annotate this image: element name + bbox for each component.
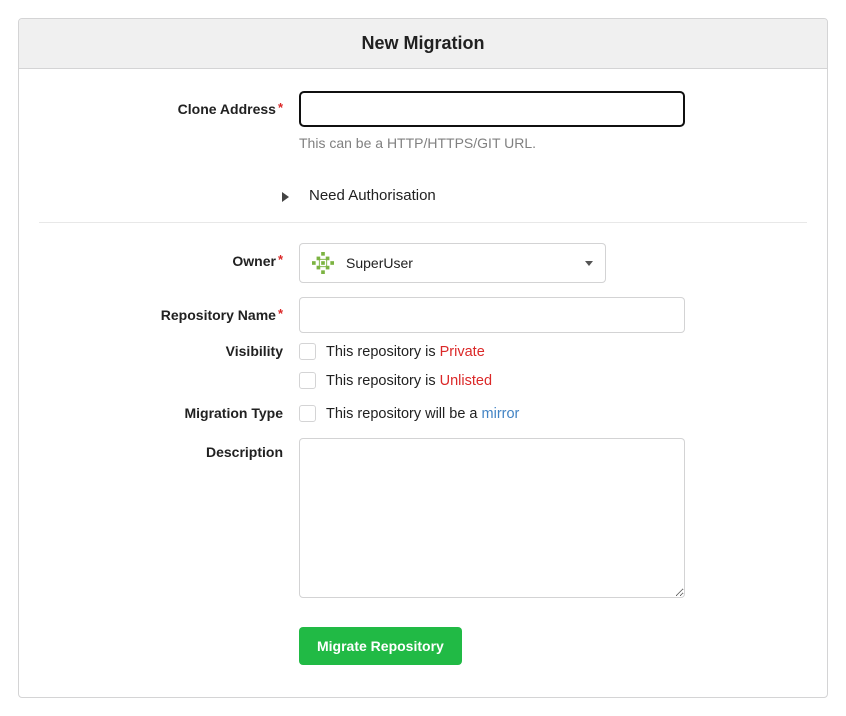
clone-address-label-col: Clone Address*	[39, 91, 299, 151]
migration-type-field: This repository will be a mirror	[299, 405, 685, 434]
required-mark: *	[278, 252, 283, 267]
unlisted-label: This repository is Unlisted	[326, 373, 492, 389]
clone-address-field: This can be a HTTP/HTTPS/GIT URL.	[299, 91, 685, 151]
avatar-icon	[312, 252, 334, 274]
migration-type-label-col: Migration Type	[39, 405, 299, 434]
repo-name-field	[299, 297, 685, 333]
mirror-checkbox-row: This repository will be a mirror	[299, 405, 685, 422]
repo-name-input[interactable]	[299, 297, 685, 333]
description-field	[299, 438, 685, 601]
auth-accordion-label: Need Authorisation	[299, 187, 436, 204]
divider	[39, 222, 807, 223]
mirror-label: This repository will be a mirror	[326, 406, 519, 422]
visibility-label: Visibility	[226, 343, 283, 359]
unlisted-word: Unlisted	[440, 373, 492, 389]
clone-address-help: This can be a HTTP/HTTPS/GIT URL.	[299, 135, 685, 151]
description-label-col: Description	[39, 438, 299, 601]
unlisted-checkbox-row: This repository is Unlisted	[299, 372, 685, 389]
unlisted-checkbox[interactable]	[299, 372, 316, 389]
description-row: Description	[39, 438, 807, 601]
owner-selected: SuperUser	[346, 255, 585, 271]
owner-label-col: Owner*	[39, 243, 299, 283]
owner-label: Owner	[232, 253, 276, 269]
migration-type-label: Migration Type	[184, 405, 283, 421]
repo-name-label: Repository Name	[161, 307, 276, 323]
mirror-checkbox[interactable]	[299, 405, 316, 422]
migration-type-row: Migration Type This repository will be a…	[39, 405, 807, 434]
migration-panel: New Migration Clone Address* This can be…	[18, 18, 828, 698]
visibility-field: This repository is Private This reposito…	[299, 343, 685, 401]
visibility-label-col: Visibility	[39, 343, 299, 401]
required-mark: *	[278, 100, 283, 115]
accordion-spacer	[39, 188, 299, 204]
owner-row: Owner*	[39, 243, 807, 283]
private-checkbox-row: This repository is Private	[299, 343, 685, 360]
panel-title: New Migration	[19, 19, 827, 69]
migrate-repository-button[interactable]: Migrate Repository	[299, 627, 462, 665]
panel-body: Clone Address* This can be a HTTP/HTTPS/…	[19, 69, 827, 697]
visibility-row: Visibility This repository is Private Th…	[39, 343, 807, 401]
auth-accordion[interactable]: Need Authorisation	[39, 187, 807, 204]
description-textarea[interactable]	[299, 438, 685, 598]
owner-field: SuperUser	[299, 243, 685, 283]
repo-name-row: Repository Name*	[39, 297, 807, 333]
repo-name-label-col: Repository Name*	[39, 297, 299, 333]
triangle-right-icon	[282, 192, 289, 202]
submit-spacer	[39, 611, 299, 665]
private-checkbox[interactable]	[299, 343, 316, 360]
clone-address-input[interactable]	[299, 91, 685, 127]
required-mark: *	[278, 306, 283, 321]
clone-address-row: Clone Address* This can be a HTTP/HTTPS/…	[39, 91, 807, 151]
submit-row: Migrate Repository	[39, 611, 807, 665]
clone-address-label: Clone Address	[178, 101, 276, 117]
description-label: Description	[206, 444, 283, 460]
owner-dropdown[interactable]: SuperUser	[299, 243, 606, 283]
mirror-word: mirror	[482, 406, 520, 422]
private-label: This repository is Private	[326, 344, 485, 360]
submit-field: Migrate Repository	[299, 611, 685, 665]
private-word: Private	[440, 344, 485, 360]
caret-down-icon	[585, 261, 593, 266]
